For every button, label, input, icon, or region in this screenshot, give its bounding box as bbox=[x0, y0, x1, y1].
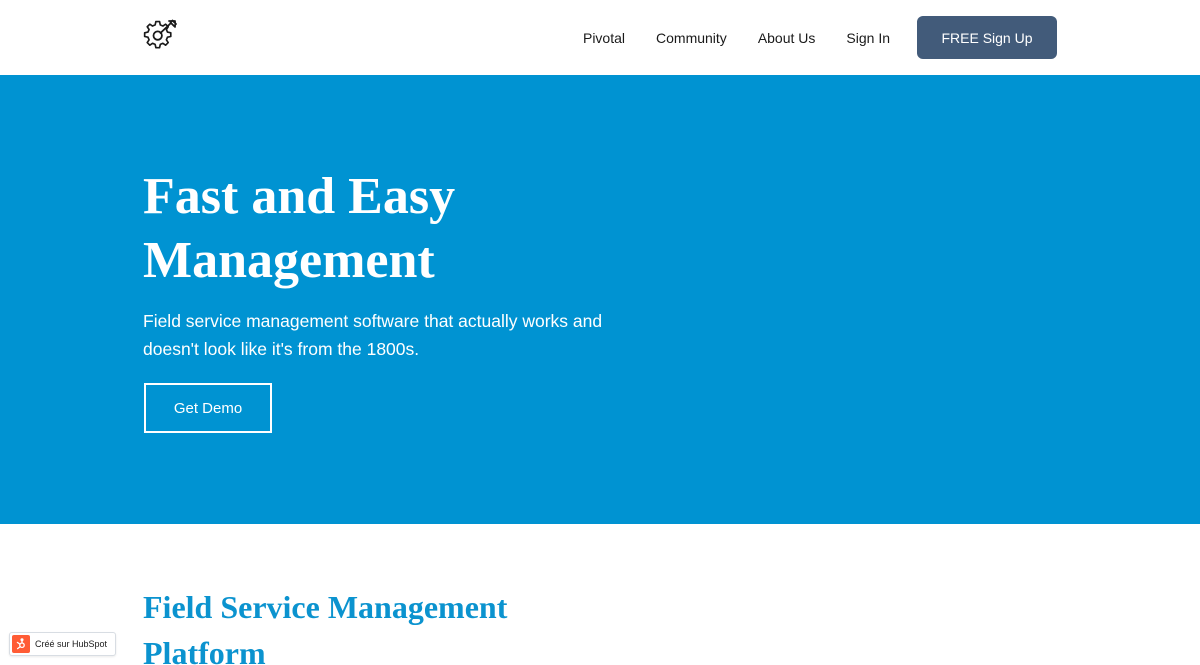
hero-title-line-2: Management bbox=[143, 232, 435, 289]
hubspot-sprocket-icon bbox=[12, 635, 30, 653]
site-header: Pivotal Community About Us Sign In FREE … bbox=[0, 0, 1200, 75]
nav-community-link[interactable]: Community bbox=[656, 30, 727, 46]
nav-pivotal-link[interactable]: Pivotal bbox=[583, 30, 625, 46]
section-title-line-1: Field Service Management bbox=[143, 589, 508, 625]
hero-subtitle-line-1: Field service management software that a… bbox=[143, 311, 603, 331]
platform-section: Field Service Management Platform bbox=[0, 524, 1200, 665]
free-sign-up-button[interactable]: FREE Sign Up bbox=[917, 16, 1057, 59]
hero-section: Fast and Easy Management Field service m… bbox=[0, 75, 1200, 524]
hubspot-badge-label: Créé sur HubSpot bbox=[35, 639, 108, 649]
hero-subtitle: Field service management software that a… bbox=[143, 307, 643, 363]
gear-wrench-icon[interactable] bbox=[143, 18, 179, 54]
nav-sign-in-link[interactable]: Sign In bbox=[846, 30, 890, 46]
nav-about-us-link[interactable]: About Us bbox=[758, 30, 816, 46]
hero-title: Fast and Easy Management bbox=[143, 165, 663, 293]
hubspot-badge[interactable]: Créé sur HubSpot bbox=[9, 632, 116, 656]
main-nav: Pivotal Community About Us Sign In FREE … bbox=[583, 16, 1057, 59]
hero-subtitle-line-2: doesn't look like it's from the 1800s. bbox=[143, 339, 420, 359]
section-title-line-2: Platform bbox=[143, 635, 266, 665]
hero-title-line-1: Fast and Easy bbox=[143, 168, 456, 225]
get-demo-button[interactable]: Get Demo bbox=[144, 383, 272, 433]
section-title: Field Service Management Platform bbox=[143, 584, 623, 665]
